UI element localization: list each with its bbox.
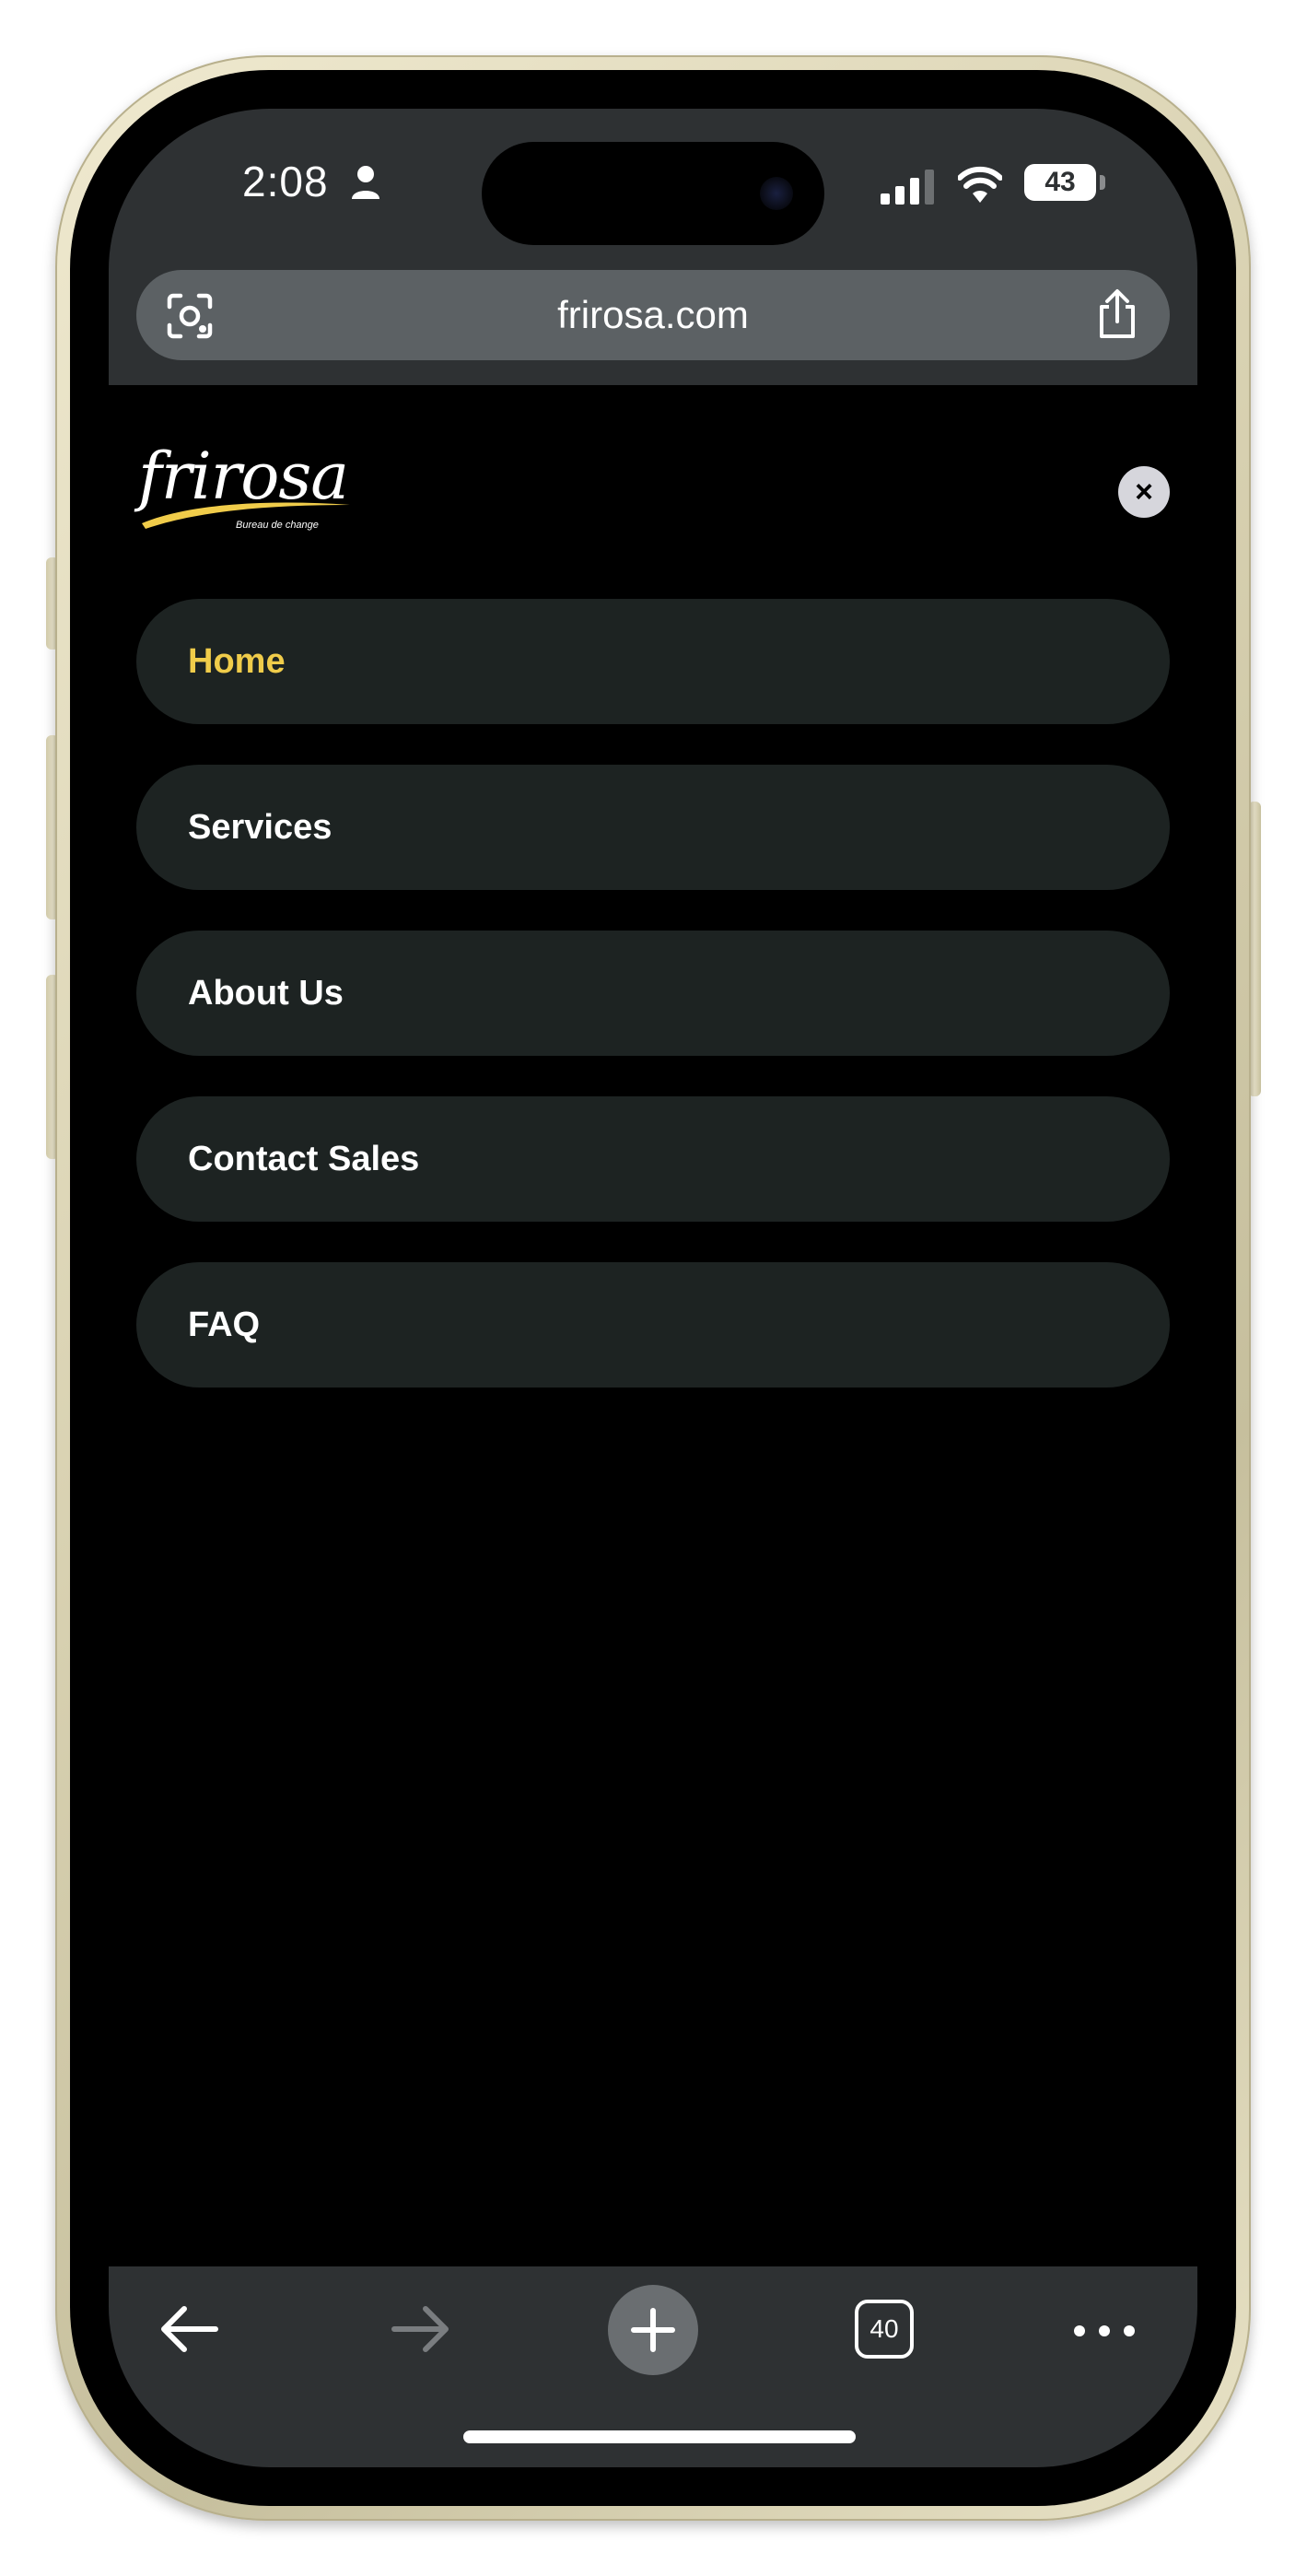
menu-item-about-us[interactable]: About Us (136, 931, 1170, 1056)
status-time: 2:08 (242, 158, 329, 205)
device-mockup: 2:08 43 frirosa.com frirosa Bureau de ch… (0, 0, 1307, 2576)
menu-item-home[interactable]: Home (136, 599, 1170, 724)
browser-top-bar: 2:08 43 frirosa.com (109, 109, 1197, 385)
cellular-signal-icon (881, 170, 934, 205)
battery-tip-icon (1100, 175, 1105, 190)
address-bar[interactable]: frirosa.com (136, 270, 1170, 360)
close-menu-button[interactable]: × (1118, 466, 1170, 518)
wifi-icon (958, 166, 1002, 203)
camera-icon (760, 177, 793, 210)
dynamic-island (482, 142, 824, 245)
plus-icon (631, 2308, 675, 2352)
person-icon (352, 166, 379, 199)
home-indicator[interactable] (463, 2430, 856, 2443)
more-options-icon[interactable] (1072, 2322, 1137, 2340)
menu-item-contact-sales[interactable]: Contact Sales (136, 1096, 1170, 1222)
new-tab-button[interactable] (608, 2285, 698, 2375)
forward-arrow-icon[interactable] (389, 2300, 453, 2359)
battery-indicator: 43 (1024, 164, 1096, 201)
menu-item-services[interactable]: Services (136, 765, 1170, 890)
share-icon[interactable] (1094, 288, 1140, 340)
menu-item-faq[interactable]: FAQ (136, 1262, 1170, 1388)
frirosa-logo[interactable]: frirosa Bureau de change (134, 439, 365, 540)
tab-switcher-button[interactable]: 40 (855, 2300, 914, 2359)
logo-tagline: Bureau de change (236, 520, 319, 531)
phone-screen: 2:08 43 frirosa.com frirosa Bureau de ch… (109, 109, 1197, 2467)
url-text[interactable]: frirosa.com (136, 270, 1170, 360)
back-arrow-icon[interactable] (157, 2300, 221, 2359)
